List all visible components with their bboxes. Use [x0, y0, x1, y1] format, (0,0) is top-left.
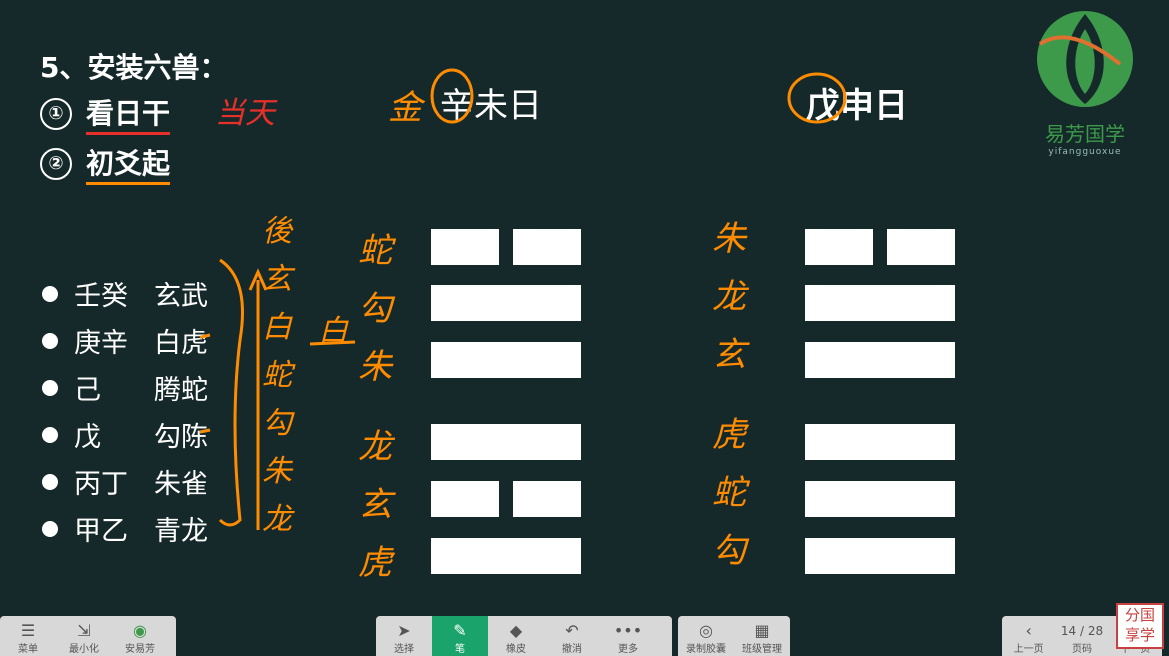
app-button[interactable]: ◉ 安易芳 — [112, 616, 168, 656]
page-indicator[interactable]: 14 / 28 页码 — [1055, 616, 1108, 656]
hexagram-line-broken — [513, 229, 581, 265]
watermark-stamp: 分国享学 — [1116, 603, 1164, 649]
beast-list: 壬癸 玄武 庚辛 白虎 己腾蛇 戊勾陈 丙丁 朱雀 甲乙 青龙 — [42, 270, 208, 552]
logo: 易芳国学 yifangguoxue — [1030, 4, 1140, 157]
hexagram-line-broken — [805, 229, 873, 265]
list-item: 庚辛 白虎 — [42, 317, 208, 364]
hexagram-line-solid — [431, 285, 581, 321]
step-text: 初爻起 — [86, 142, 171, 185]
step-1: ① 看日干 — [40, 92, 171, 135]
more-icon: ••• — [613, 621, 643, 640]
section-heading: 5、安装六兽： — [40, 51, 228, 84]
more-button[interactable]: ••• 更多 — [600, 616, 656, 656]
record-button[interactable]: ◎ 录制胶囊 — [678, 616, 734, 656]
chevron-left-icon: ‹ — [1025, 621, 1032, 640]
list-item: 壬癸 玄武 — [42, 270, 208, 317]
hexagram-line-solid — [431, 424, 581, 460]
pen-tool[interactable]: ✎ 笔 — [432, 616, 488, 656]
hexagram-line-solid — [805, 481, 955, 517]
vertical-handwriting: 後 玄 白 蛇 勾 朱 龙 — [262, 214, 292, 537]
eraser-tool[interactable]: ◆ 橡皮 — [488, 616, 544, 656]
hexagram-line-solid — [805, 285, 955, 321]
side-handwriting: 白 — [318, 314, 348, 349]
minimize-button[interactable]: ⇲ 最小化 — [56, 616, 112, 656]
hexagram-line-solid — [431, 538, 581, 574]
pen-toolbar: ➤ 选择 ✎ 笔 ◆ 橡皮 ↶ 撤消 ••• 更多 — [376, 616, 672, 656]
hexagram-line-broken — [887, 229, 955, 265]
hexagram-line-broken — [431, 229, 499, 265]
undo-icon: ↶ — [565, 621, 579, 640]
hexagram-line-broken — [513, 481, 581, 517]
list-item: 己腾蛇 — [42, 364, 208, 411]
minimize-icon: ⇲ — [77, 621, 91, 640]
prev-page-button[interactable]: ‹ 上一页 — [1002, 616, 1055, 656]
select-tool[interactable]: ➤ 选择 — [376, 616, 432, 656]
app-icon: ◉ — [133, 621, 147, 640]
hexagram-line-solid — [805, 538, 955, 574]
hexagram-line-broken — [431, 481, 499, 517]
left-prefix-handwriting: 金 — [388, 88, 422, 128]
left-beast-handwriting: 蛇 勾 朱 龙 玄 虎 — [358, 231, 392, 583]
step-text: 看日干 — [86, 92, 171, 135]
hexagram-line-solid — [805, 342, 955, 378]
list-item: 戊勾陈 — [42, 411, 208, 458]
undo-button[interactable]: ↶ 撤消 — [544, 616, 600, 656]
list-item: 甲乙 青龙 — [42, 505, 208, 552]
logo-icon — [1037, 11, 1133, 107]
class-manage-button[interactable]: ▦ 班级管理 — [734, 616, 790, 656]
step-number: ② — [40, 147, 72, 180]
list-item: 丙丁 朱雀 — [42, 458, 208, 505]
menu-icon: ☰ — [20, 621, 36, 640]
record-icon: ◎ — [699, 621, 713, 640]
menu-button[interactable]: ☰ 菜单 — [0, 616, 56, 656]
step-number: ① — [40, 97, 72, 130]
red-annotation: 当天 — [215, 96, 275, 131]
pen-icon: ✎ — [453, 621, 467, 640]
eraser-icon: ◆ — [509, 621, 523, 640]
record-toolbar: ◎ 录制胶囊 ▦ 班级管理 — [678, 616, 790, 656]
left-toolbar: ☰ 菜单 ⇲ 最小化 ◉ 安易芳 — [0, 616, 176, 656]
class-icon: ▦ — [754, 621, 770, 640]
step-2: ② 初爻起 — [40, 142, 171, 185]
hexagram-line-solid — [805, 424, 955, 460]
cursor-icon: ➤ — [397, 621, 411, 640]
right-beast-handwriting: 朱 龙 玄 虎 蛇 勾 — [712, 219, 746, 571]
hexagram-line-solid — [431, 342, 581, 378]
